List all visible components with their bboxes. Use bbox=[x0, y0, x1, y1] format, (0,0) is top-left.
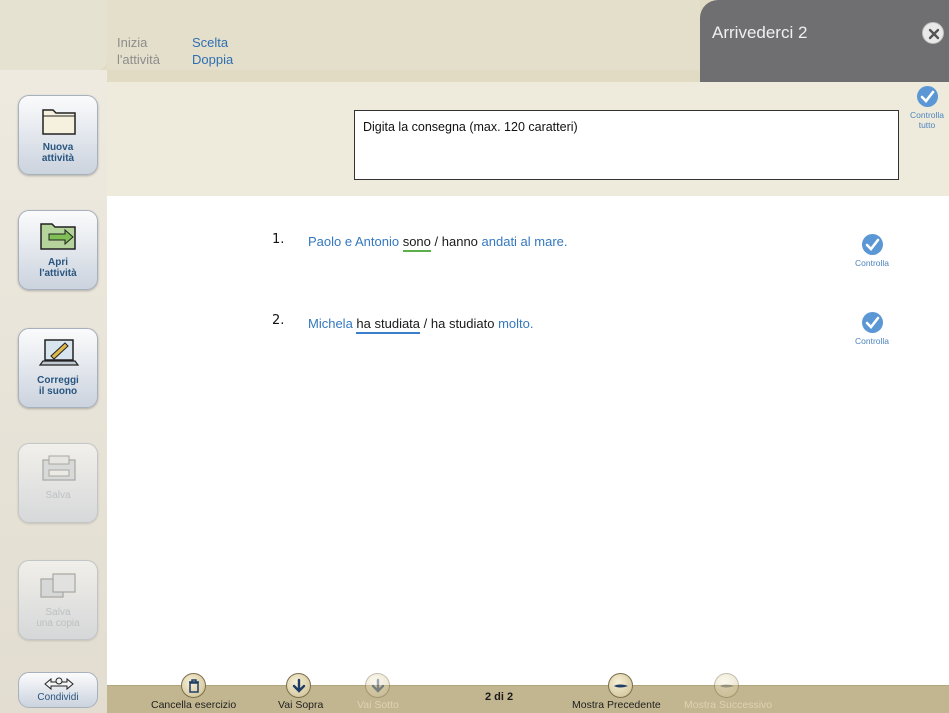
share-label: Condividi bbox=[37, 692, 79, 703]
go-down-button[interactable] bbox=[365, 673, 390, 698]
tab-attivita-label: l'attività bbox=[117, 52, 160, 67]
sentence-prefix: Michela bbox=[308, 316, 353, 331]
save-copy-button[interactable]: Salva una copia bbox=[18, 560, 98, 640]
check-item-label: Controlla bbox=[854, 258, 890, 268]
check-icon bbox=[861, 312, 883, 333]
show-next-label[interactable]: Mostra Successivo bbox=[684, 699, 772, 711]
option-separator: / bbox=[420, 316, 431, 331]
item-number: 1. bbox=[272, 232, 285, 247]
check-icon bbox=[861, 234, 883, 255]
open-activity-button[interactable]: Apri l'attività bbox=[18, 210, 98, 290]
share-button[interactable]: Condividi bbox=[18, 672, 98, 708]
save-icon bbox=[42, 455, 76, 481]
item-sentence: Paolo e Antonio sono / hanno andati al m… bbox=[308, 234, 568, 252]
check-item-button[interactable]: Controlla bbox=[847, 234, 897, 268]
open-folder-icon bbox=[40, 223, 76, 250]
clear-exercise-button[interactable] bbox=[181, 673, 206, 698]
save-copy-label: Salva una copia bbox=[36, 607, 80, 629]
sentence-suffix: molto. bbox=[494, 316, 534, 331]
correct-sound-label: Correggi il suono bbox=[37, 375, 79, 397]
option-b[interactable]: ha studiato bbox=[431, 316, 495, 331]
save-copy-icon bbox=[40, 573, 76, 598]
check-item-button[interactable]: Controlla bbox=[847, 312, 897, 346]
trash-icon bbox=[189, 679, 199, 693]
new-activity-label: Nuova attività bbox=[41, 142, 75, 164]
exercise-area bbox=[107, 196, 949, 685]
instruction-text: Digita la consegna (max. 120 caratteri) bbox=[363, 120, 578, 134]
arrow-down-disabled-icon bbox=[371, 678, 385, 693]
option-separator: / bbox=[430, 234, 442, 249]
show-previous-label[interactable]: Mostra Precedente bbox=[572, 699, 661, 711]
option-b[interactable]: hanno bbox=[442, 234, 478, 249]
folder-icon bbox=[42, 109, 76, 135]
option-a[interactable]: sono bbox=[402, 234, 431, 252]
save-label: Salva bbox=[45, 490, 71, 501]
header-corner bbox=[0, 0, 107, 70]
sentence-suffix: andati al mare. bbox=[477, 234, 568, 249]
check-item-label: Controlla bbox=[854, 336, 890, 346]
go-down-label[interactable]: Vai Sotto bbox=[357, 699, 399, 711]
save-button[interactable]: Salva bbox=[18, 443, 98, 523]
share-icon bbox=[44, 677, 74, 691]
app-title: Arrivederci 2 bbox=[712, 23, 808, 42]
page-indicator: 2 di 2 bbox=[485, 691, 514, 703]
activity-tabs: Inizia l'attività Scelta Doppia bbox=[107, 0, 700, 70]
check-all-button[interactable]: Controlla tutto bbox=[905, 86, 949, 130]
item-sentence: Michela ha studiata / ha studiato molto. bbox=[308, 316, 534, 334]
close-icon bbox=[928, 28, 940, 40]
show-previous-button[interactable] bbox=[608, 673, 633, 698]
pointing-hand-disabled-icon bbox=[720, 684, 734, 688]
clear-exercise-label[interactable]: Cancella esercizio bbox=[151, 699, 236, 711]
pointing-hand-icon bbox=[614, 684, 628, 688]
new-activity-button[interactable]: Nuova attività bbox=[18, 95, 98, 175]
tab-inizia-label: Inizia bbox=[117, 35, 148, 50]
sentence-prefix: Paolo e Antonio bbox=[308, 234, 400, 249]
tab-doppia-label: Doppia bbox=[192, 52, 234, 67]
go-up-button[interactable] bbox=[286, 673, 311, 698]
check-all-label: Controlla tutto bbox=[909, 110, 945, 130]
tab-scelta-label: Scelta bbox=[192, 35, 229, 50]
go-up-label[interactable]: Vai Sopra bbox=[278, 699, 323, 711]
open-activity-label: Apri l'attività bbox=[39, 257, 77, 279]
close-button[interactable] bbox=[922, 22, 944, 44]
title-tab: Arrivederci 2 bbox=[700, 0, 949, 82]
show-next-button[interactable] bbox=[714, 673, 739, 698]
instruction-input[interactable]: Digita la consegna (max. 120 caratteri) bbox=[354, 110, 899, 180]
correct-sound-button[interactable]: Correggi il suono bbox=[18, 328, 98, 408]
laptop-pencil-icon bbox=[38, 339, 80, 366]
check-all-icon bbox=[916, 86, 938, 107]
option-a[interactable]: ha studiata bbox=[356, 316, 421, 334]
item-number: 2. bbox=[272, 313, 285, 328]
arrow-down-icon bbox=[292, 678, 306, 693]
